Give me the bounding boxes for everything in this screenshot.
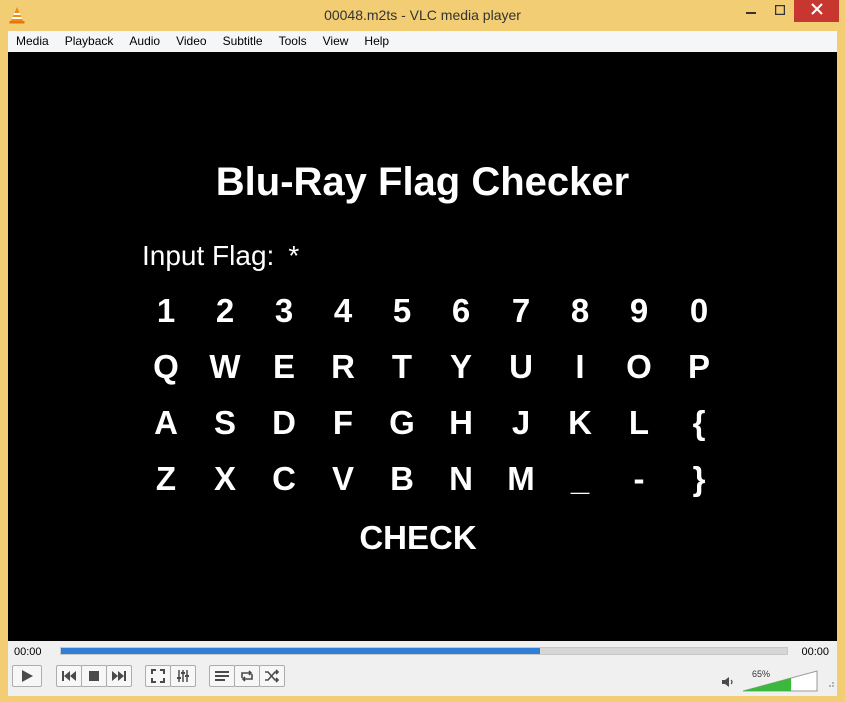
key-3-7[interactable]: J: [496, 404, 546, 442]
menu-playback[interactable]: Playback: [57, 31, 122, 52]
key-4-7[interactable]: M: [496, 460, 546, 498]
menu-view[interactable]: View: [315, 31, 357, 52]
video-area[interactable]: Blu-Ray Flag Checker Input Flag: * 123456…: [8, 52, 837, 641]
player-controls: 00:00 00:00 65%: [8, 641, 837, 696]
flag-input-value: *: [288, 240, 300, 271]
stop-button[interactable]: [81, 665, 107, 687]
maximize-button[interactable]: [766, 0, 794, 22]
playlist-icon: [215, 670, 229, 682]
previous-button[interactable]: [56, 665, 82, 687]
vlc-window: 00048.m2ts - VLC media player Media Play…: [0, 0, 845, 702]
shuffle-button[interactable]: [259, 665, 285, 687]
fullscreen-icon: [151, 669, 165, 683]
seek-progress: [61, 648, 541, 654]
shuffle-icon: [264, 669, 280, 683]
key-1-4[interactable]: 4: [318, 292, 368, 330]
menu-video[interactable]: Video: [168, 31, 214, 52]
key-2-9[interactable]: O: [614, 348, 664, 386]
close-icon: [810, 2, 823, 20]
key-4-2[interactable]: X: [200, 460, 250, 498]
key-3-9[interactable]: L: [614, 404, 664, 442]
key-4-1[interactable]: Z: [141, 460, 191, 498]
minimize-button[interactable]: [737, 0, 765, 22]
resize-grip-icon[interactable]: [827, 676, 835, 694]
key-4-10[interactable]: }: [674, 460, 724, 498]
previous-icon: [62, 671, 76, 681]
maximize-icon: [774, 2, 786, 20]
playlist-button[interactable]: [209, 665, 235, 687]
extended-settings-button[interactable]: [170, 665, 196, 687]
menu-subtitle[interactable]: Subtitle: [215, 31, 271, 52]
window-title: 00048.m2ts - VLC media player: [324, 7, 521, 23]
next-button[interactable]: [106, 665, 132, 687]
key-3-3[interactable]: D: [259, 404, 309, 442]
key-3-10[interactable]: {: [674, 404, 724, 442]
fullscreen-button[interactable]: [145, 665, 171, 687]
key-2-8[interactable]: I: [555, 348, 605, 386]
loop-button[interactable]: [234, 665, 260, 687]
key-2-2[interactable]: W: [200, 348, 250, 386]
key-3-2[interactable]: S: [200, 404, 250, 442]
key-1-2[interactable]: 2: [200, 292, 250, 330]
key-3-6[interactable]: H: [436, 404, 486, 442]
play-icon: [20, 669, 34, 683]
volume-slider[interactable]: [742, 669, 819, 698]
flag-input-label: Input Flag:: [142, 240, 275, 271]
key-1-6[interactable]: 6: [436, 292, 486, 330]
minimize-icon: [746, 2, 756, 20]
equalizer-icon: [176, 669, 190, 683]
key-1-1[interactable]: 1: [141, 292, 191, 330]
video-heading: Blu-Ray Flag Checker: [215, 160, 630, 204]
time-total: 00:00: [801, 646, 829, 658]
menu-media[interactable]: Media: [8, 31, 57, 52]
key-1-5[interactable]: 5: [377, 292, 427, 330]
time-elapsed: 00:00: [14, 646, 42, 658]
key-2-7[interactable]: U: [496, 348, 546, 386]
next-icon: [112, 671, 126, 681]
key-2-3[interactable]: E: [259, 348, 309, 386]
key-1-9[interactable]: 9: [614, 292, 664, 330]
loop-icon: [239, 669, 255, 683]
key-1-8[interactable]: 8: [555, 292, 605, 330]
key-3-5[interactable]: G: [377, 404, 427, 442]
key-1-3[interactable]: 3: [259, 292, 309, 330]
menu-bar: Media Playback Audio Video Subtitle Tool…: [8, 31, 837, 53]
key-1-7[interactable]: 7: [496, 292, 546, 330]
key-4-8[interactable]: _: [555, 460, 605, 498]
close-button[interactable]: [794, 0, 839, 22]
key-2-1[interactable]: Q: [141, 348, 191, 386]
menu-audio[interactable]: Audio: [121, 31, 168, 52]
key-1-10[interactable]: 0: [674, 292, 724, 330]
key-2-6[interactable]: Y: [436, 348, 486, 386]
key-4-9[interactable]: -: [614, 460, 664, 498]
check-button[interactable]: CHECK: [318, 519, 518, 557]
seek-bar[interactable]: [60, 647, 788, 655]
menu-tools[interactable]: Tools: [271, 31, 315, 52]
key-4-4[interactable]: V: [318, 460, 368, 498]
title-bar[interactable]: 00048.m2ts - VLC media player: [0, 0, 845, 31]
key-4-3[interactable]: C: [259, 460, 309, 498]
key-3-8[interactable]: K: [555, 404, 605, 442]
key-4-5[interactable]: B: [377, 460, 427, 498]
play-button[interactable]: [12, 665, 42, 687]
key-2-4[interactable]: R: [318, 348, 368, 386]
flag-input-line: Input Flag: *: [142, 240, 299, 272]
key-3-4[interactable]: F: [318, 404, 368, 442]
key-4-6[interactable]: N: [436, 460, 486, 498]
key-3-1[interactable]: A: [141, 404, 191, 442]
stop-icon: [89, 671, 99, 681]
key-2-5[interactable]: T: [377, 348, 427, 386]
key-2-10[interactable]: P: [674, 348, 724, 386]
menu-help[interactable]: Help: [356, 31, 397, 52]
speaker-icon[interactable]: [722, 675, 734, 693]
